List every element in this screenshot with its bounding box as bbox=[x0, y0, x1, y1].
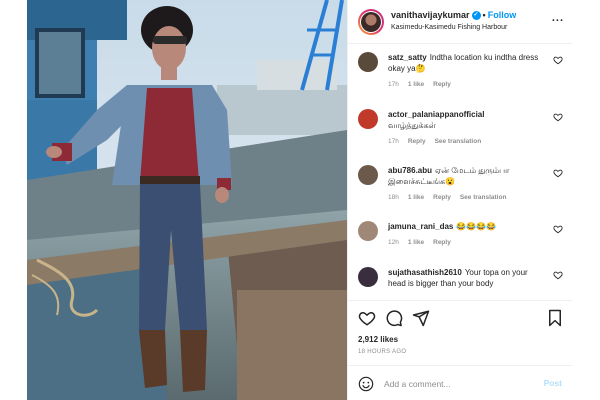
reply-button[interactable]: Reply bbox=[433, 81, 451, 88]
comment-username[interactable]: jamuna_rani_das bbox=[388, 222, 453, 231]
comment-heart-icon[interactable] bbox=[553, 270, 563, 280]
post-photo-image bbox=[27, 0, 347, 400]
comment-likes[interactable]: 1 like bbox=[408, 81, 424, 88]
post-side-panel: vanithavijaykumar ✓ • Follow Kasimedu-Kasim… bbox=[347, 0, 572, 400]
post-header: vanithavijaykumar ✓ • Follow Kasimedu-Kasim… bbox=[348, 0, 572, 44]
avatar[interactable] bbox=[358, 9, 384, 35]
comment-meta: 17h 1 like Reply bbox=[388, 81, 460, 88]
comment-time[interactable]: 12h bbox=[388, 239, 399, 246]
comment-avatar[interactable] bbox=[358, 165, 378, 185]
instagram-post-window: vanithavijaykumar ✓ • Follow Kasimedu-Kasim… bbox=[0, 0, 600, 400]
verified-icon: ✓ bbox=[471, 11, 481, 21]
comment-avatar[interactable] bbox=[358, 52, 378, 72]
comment-body: abu786.abu ஏன் மேடம் துரும்பா இளைச்சுட்டீ… bbox=[388, 165, 546, 187]
action-bar bbox=[348, 300, 572, 334]
comment-username[interactable]: sujathasathish2610 bbox=[388, 268, 462, 277]
location-link[interactable]: Kasimedu-Kasimedu Fishing Harbour bbox=[391, 24, 507, 31]
likes-count[interactable]: 2,912 likes bbox=[358, 335, 398, 344]
more-icon[interactable]: ... bbox=[552, 12, 564, 24]
share-icon[interactable] bbox=[412, 309, 430, 327]
bookmark-icon[interactable] bbox=[546, 309, 564, 327]
comment-username[interactable]: satz_satty bbox=[388, 53, 427, 62]
add-comment-input[interactable] bbox=[384, 376, 524, 392]
emoji-icon[interactable] bbox=[358, 376, 374, 392]
comment-heart-icon[interactable] bbox=[553, 168, 563, 178]
comment-time[interactable]: 17h bbox=[388, 138, 399, 145]
heart-icon[interactable] bbox=[358, 309, 376, 327]
comment-body: satz_satty Indtha location ku indtha dres… bbox=[388, 52, 546, 74]
follow-button[interactable]: Follow bbox=[488, 10, 517, 20]
post-timestamp[interactable]: 18 HOURS AGO bbox=[358, 349, 406, 355]
post-photo[interactable] bbox=[27, 0, 347, 400]
comment-likes[interactable]: 1 like bbox=[408, 194, 424, 201]
comment-body: jamuna_rani_das 😂😂😂😂 bbox=[388, 221, 546, 232]
comment-avatar[interactable] bbox=[358, 221, 378, 241]
comment-heart-icon[interactable] bbox=[553, 224, 563, 234]
see-translation-button[interactable]: See translation bbox=[460, 194, 507, 201]
comment-heart-icon[interactable] bbox=[553, 55, 563, 65]
comment-meta: 17h Reply See translation bbox=[388, 138, 490, 145]
comment-likes[interactable]: 1 like bbox=[408, 239, 424, 246]
comment-avatar[interactable] bbox=[358, 267, 378, 287]
comment-body: actor_palaniappanofficial வாழ்த்துக்கள் bbox=[388, 109, 546, 131]
comment-username[interactable]: abu786.abu bbox=[388, 166, 432, 175]
separator-dot: • bbox=[482, 10, 486, 20]
see-translation-button[interactable]: See translation bbox=[435, 138, 482, 145]
comments-list[interactable]: satz_satty Indtha location ku indtha dres… bbox=[348, 45, 572, 300]
reply-button[interactable]: Reply bbox=[433, 239, 451, 246]
comment-icon[interactable] bbox=[385, 309, 403, 327]
comment-heart-icon[interactable] bbox=[553, 112, 563, 122]
username-link[interactable]: vanithavijaykumar bbox=[391, 10, 470, 20]
comment-text: 😂😂😂😂 bbox=[456, 222, 497, 231]
header-user-row: vanithavijaykumar ✓ • Follow bbox=[391, 10, 517, 21]
comment-avatar[interactable] bbox=[358, 109, 378, 129]
comment-time[interactable]: 18h bbox=[388, 194, 399, 201]
comment-meta: 18h 1 like Reply See translation bbox=[388, 194, 515, 201]
comment-text: வாழ்த்துக்கள் bbox=[388, 121, 436, 130]
add-comment-bar: Post bbox=[348, 365, 572, 400]
comment-body: sujathasathish2610 Your topa on your head… bbox=[388, 267, 546, 289]
comment-meta: 12h 1 like Reply bbox=[388, 239, 460, 246]
comment-time[interactable]: 17h bbox=[388, 81, 399, 88]
post-comment-button[interactable]: Post bbox=[544, 378, 562, 388]
comment-username[interactable]: actor_palaniappanofficial bbox=[388, 110, 484, 119]
reply-button[interactable]: Reply bbox=[408, 138, 426, 145]
reply-button[interactable]: Reply bbox=[433, 194, 451, 201]
